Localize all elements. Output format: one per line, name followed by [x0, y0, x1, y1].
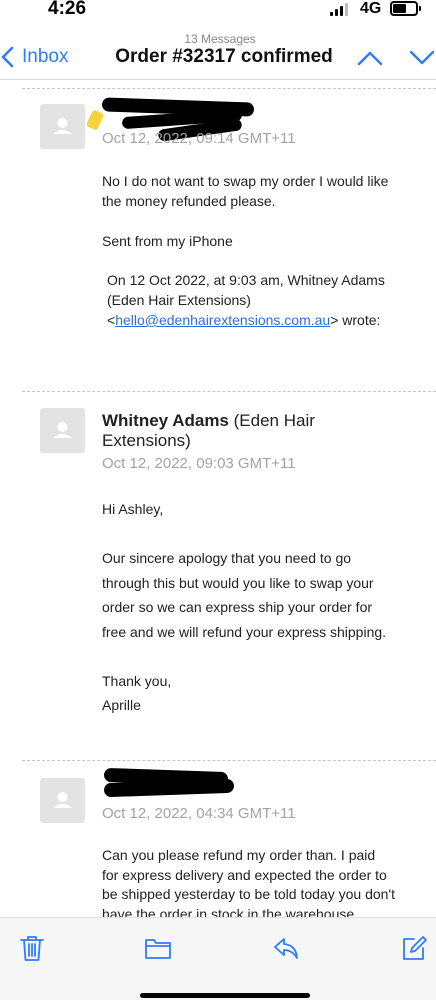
bottom-toolbar [0, 917, 436, 1000]
status-time: 4:26 [48, 0, 87, 19]
message-date: Oct 12, 2022, 09:14 GMT+11 [102, 130, 296, 147]
message-body: Hi Ashley, Our sincere apology that you … [102, 497, 428, 718]
body-line: free and we will refund your express shi… [102, 623, 387, 640]
message-count: 13 Messages [184, 32, 256, 46]
network-type: 4G [360, 0, 382, 17]
greeting: Hi Ashley, [102, 501, 164, 517]
message-divider [22, 760, 436, 761]
person-icon [53, 792, 72, 808]
body-line: the money refunded please. [102, 193, 276, 209]
quote-link-prefix: < [107, 312, 116, 328]
sender-name[interactable]: Whitney Adams (Eden Hair [102, 411, 315, 431]
signoff-line: Aprille [102, 697, 141, 713]
signoff-line: Thank you, [102, 672, 172, 689]
message-date: Oct 12, 2022, 09:03 GMT+11 [102, 455, 296, 472]
cellular-signal-icon [330, 3, 350, 16]
reply-icon[interactable] [272, 934, 300, 962]
message-divider [22, 391, 436, 392]
chevron-left-icon [1, 46, 14, 68]
body-line: be shipped yesterday to be told today yo… [102, 886, 395, 902]
quote-email-line: <hello@edenhairextensions.com.au> wrote: [107, 310, 433, 330]
quote-line: (Eden Hair Extensions) [107, 292, 251, 308]
avatar[interactable] [40, 104, 85, 149]
message-date: Oct 12, 2022, 04:34 GMT+11 [102, 805, 296, 822]
avatar[interactable] [40, 778, 85, 823]
message-body: No I do not want to swap my order I woul… [102, 171, 428, 251]
battery-icon [390, 1, 421, 16]
sender-org-line: Extensions) [102, 431, 191, 450]
body-line: order so we can express ship your order … [102, 599, 373, 615]
sender-org: (Eden Hair [233, 411, 315, 430]
message-body: Can you please refund my order than. I p… [102, 846, 428, 924]
back-to-inbox-button[interactable]: Inbox [0, 44, 68, 70]
quoted-header: On 12 Oct 2022, at 9:03 am, Whitney Adam… [107, 270, 433, 330]
status-bar: 4:26 4G [0, 0, 436, 22]
nav-bar: Inbox 13 Messages Order #32317 confirmed [0, 28, 436, 80]
email-link[interactable]: hello@edenhairextensions.com.au [115, 312, 330, 328]
trash-icon[interactable] [18, 934, 46, 962]
home-indicator[interactable] [140, 993, 310, 998]
body-line: No I do not want to swap my order I woul… [102, 173, 389, 189]
highlight-mark [85, 109, 105, 131]
body-line: Our sincere apology that you need to go [102, 550, 352, 566]
person-icon [53, 422, 72, 438]
quote-link-suffix: > wrote: [330, 312, 381, 328]
avatar[interactable] [40, 408, 85, 453]
email-subject: Order #32317 confirmed [115, 46, 333, 67]
person-icon [53, 118, 72, 134]
message-divider [22, 88, 436, 89]
sender-person: Whitney Adams [102, 411, 229, 430]
folder-icon[interactable] [144, 934, 172, 962]
body-line: for express delivery and expected the or… [102, 866, 387, 883]
compose-icon[interactable] [400, 934, 428, 962]
quote-line: On 12 Oct 2022, at 9:03 am, Whitney Adam… [107, 272, 385, 288]
next-message-button[interactable] [409, 50, 435, 66]
body-line: through this but would you like to swap … [102, 574, 374, 591]
back-label: Inbox [22, 46, 69, 67]
previous-message-button[interactable] [357, 50, 383, 66]
body-line: Can you please refund my order than. I p… [102, 847, 376, 863]
body-line: Sent from my iPhone [102, 233, 233, 249]
